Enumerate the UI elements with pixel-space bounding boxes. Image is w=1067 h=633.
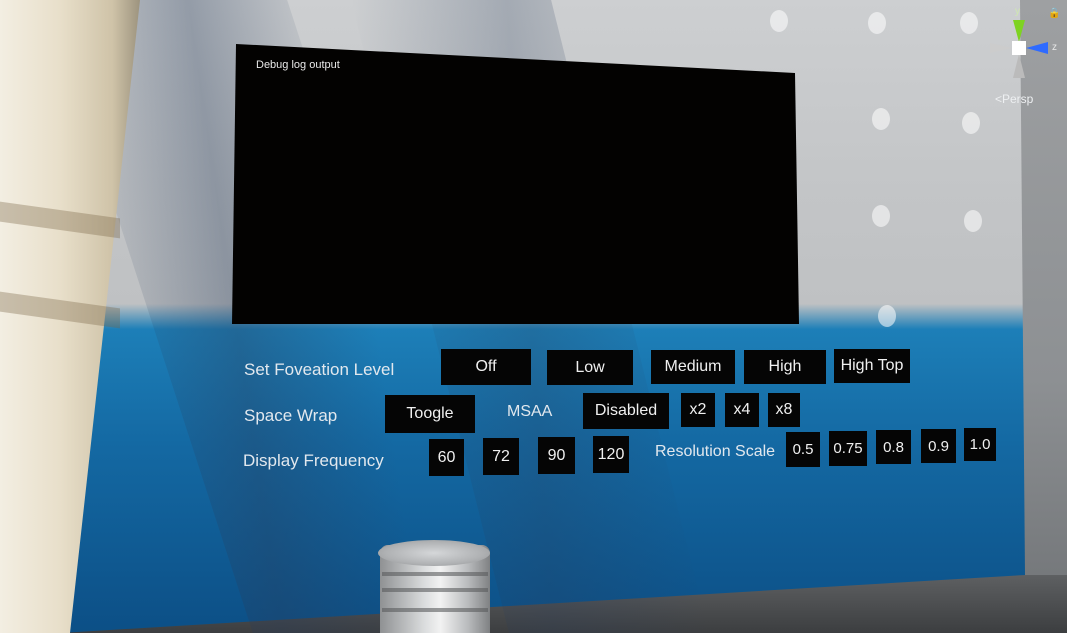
scene-orientation-gizmo[interactable]: y z 🔒 <box>986 6 1060 96</box>
foveation-high-top-button[interactable]: High Top <box>834 349 910 383</box>
foveation-low-button[interactable]: Low <box>547 350 633 385</box>
display-frequency-label: Display Frequency <box>243 451 384 470</box>
foveation-off-button[interactable]: Off <box>441 349 531 385</box>
resolution-1-0-button[interactable]: 1.0 <box>964 428 996 461</box>
center-cube-icon <box>1012 41 1026 55</box>
resolution-scale-label: Resolution Scale <box>655 443 776 460</box>
msaa-x2-button[interactable]: x2 <box>681 393 715 427</box>
projection-toggle[interactable]: <Persp <box>995 92 1033 106</box>
msaa-disabled-button[interactable]: Disabled <box>583 393 669 429</box>
plant-pot-rim <box>378 540 490 566</box>
wall-dot <box>868 12 886 34</box>
space-wrap-toggle-button[interactable]: Toogle <box>385 395 475 433</box>
z-axis-label: z <box>1052 42 1057 53</box>
resolution-0-8-button[interactable]: 0.8 <box>876 430 911 464</box>
z-axis-cone-icon <box>1026 42 1048 54</box>
plant-pot-ring <box>382 572 488 576</box>
resolution-0-75-button[interactable]: 0.75 <box>829 431 867 466</box>
frequency-60-button[interactable]: 60 <box>429 439 464 476</box>
wall-dot <box>770 10 788 32</box>
msaa-label: MSAA <box>507 403 553 420</box>
msaa-x4-button[interactable]: x4 <box>725 393 759 427</box>
debug-log-title: Debug log output <box>256 59 340 71</box>
resolution-0-9-button[interactable]: 0.9 <box>921 429 956 463</box>
y-axis-cone-icon <box>1013 20 1025 42</box>
frequency-90-button[interactable]: 90 <box>538 437 575 474</box>
wall-dot <box>962 112 980 134</box>
x-axis-cone-icon <box>990 43 1012 53</box>
lock-icon[interactable]: 🔒 <box>1048 8 1060 19</box>
frequency-120-button[interactable]: 120 <box>593 436 629 473</box>
debug-log-panel <box>232 44 799 324</box>
foveation-medium-button[interactable]: Medium <box>651 350 735 384</box>
wall-dot <box>872 108 890 130</box>
neg-y-axis-cone-icon <box>1013 54 1025 78</box>
space-wrap-label: Space Wrap <box>244 406 338 425</box>
wall-dot <box>960 12 978 34</box>
wall-dot <box>878 305 896 327</box>
plant-pot-ring <box>382 588 488 592</box>
wall-dot <box>872 205 890 227</box>
foveation-high-button[interactable]: High <box>744 350 826 384</box>
plant-pot-ring <box>382 608 488 612</box>
y-axis-label: y <box>1015 6 1020 17</box>
msaa-x8-button[interactable]: x8 <box>768 393 800 427</box>
frequency-72-button[interactable]: 72 <box>483 438 519 475</box>
wall-dot <box>964 210 982 232</box>
resolution-0-5-button[interactable]: 0.5 <box>786 432 820 467</box>
foveation-label: Set Foveation Level <box>244 360 395 379</box>
viewport-scene: Debug log output Set Foveation Level Off… <box>0 0 1067 633</box>
